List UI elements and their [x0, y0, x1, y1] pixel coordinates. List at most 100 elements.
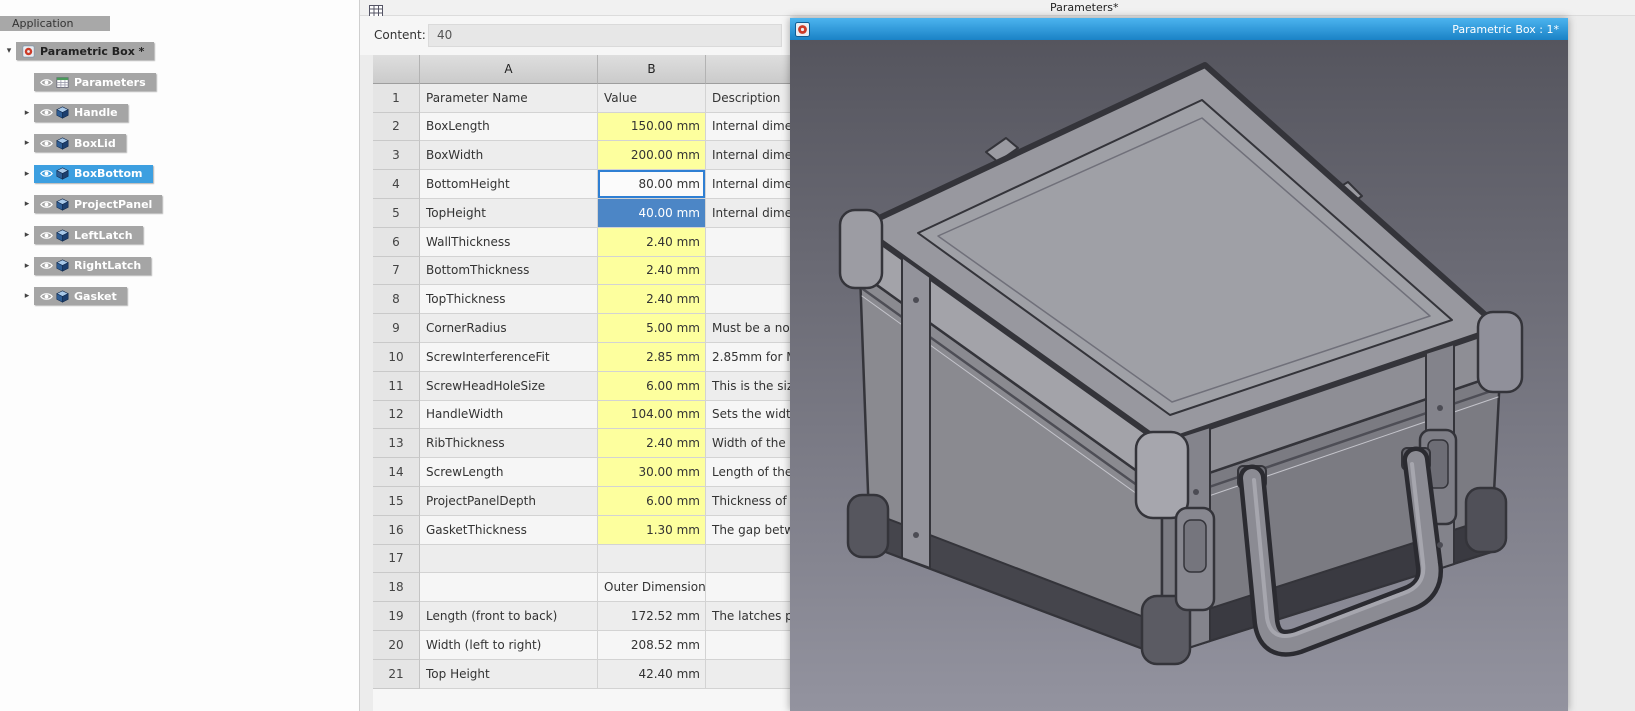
cell-A3[interactable]: BoxWidth — [420, 141, 598, 170]
row-header-3[interactable]: 3 — [373, 141, 420, 170]
row-header-17[interactable]: 17 — [373, 545, 420, 574]
column-header-B[interactable]: B — [598, 55, 706, 84]
row-header-13[interactable]: 13 — [373, 429, 420, 458]
row-header-1[interactable]: 1 — [373, 84, 420, 113]
eye-visibility-icon[interactable] — [40, 167, 53, 180]
cell-content-input[interactable]: 40 — [428, 24, 782, 47]
cell-A16[interactable]: GasketThickness — [420, 516, 598, 545]
cell-B9[interactable]: 5.00 mm — [598, 314, 706, 343]
active-tab-title[interactable]: Parameters* — [1050, 1, 1118, 14]
tree-item-chip[interactable]: LeftLatch — [34, 226, 143, 244]
cell-B2[interactable]: 150.00 mm — [598, 113, 706, 142]
row-header-20[interactable]: 20 — [373, 631, 420, 660]
tree-item-chip[interactable]: Parameters — [34, 73, 156, 91]
cell-A15[interactable]: ProjectPanelDepth — [420, 487, 598, 516]
cell-B8[interactable]: 2.40 mm — [598, 285, 706, 314]
caret-right-icon[interactable]: ▸ — [20, 169, 34, 179]
caret-right-icon[interactable]: ▸ — [20, 199, 34, 209]
tree-item-chip[interactable]: RightLatch — [34, 257, 151, 275]
eye-visibility-icon[interactable] — [40, 76, 53, 89]
cell-A6[interactable]: WallThickness — [420, 228, 598, 257]
tree-item-rightlatch[interactable]: ▸RightLatch — [20, 257, 151, 275]
cell-B7[interactable]: 2.40 mm — [598, 257, 706, 286]
cell-A5[interactable]: TopHeight — [420, 199, 598, 228]
cell-A11[interactable]: ScrewHeadHoleSize — [420, 372, 598, 401]
caret-right-icon[interactable]: ▸ — [20, 291, 34, 301]
cell-B14[interactable]: 30.00 mm — [598, 458, 706, 487]
cell-A4[interactable]: BottomHeight — [420, 170, 598, 199]
cell-B21[interactable]: 42.40 mm — [598, 660, 706, 689]
row-header-7[interactable]: 7 — [373, 257, 420, 286]
row-header-11[interactable]: 11 — [373, 372, 420, 401]
cell-A7[interactable]: BottomThickness — [420, 257, 598, 286]
document-chip[interactable]: Parametric Box * — [16, 42, 154, 60]
cell-B13[interactable]: 2.40 mm — [598, 429, 706, 458]
row-header-21[interactable]: 21 — [373, 660, 420, 689]
row-header-5[interactable]: 5 — [373, 199, 420, 228]
cell-B3[interactable]: 200.00 mm — [598, 141, 706, 170]
cell-B18[interactable]: Outer Dimensions — [598, 573, 706, 602]
tree-root-application[interactable]: Application — [0, 16, 110, 31]
tree-item-projectpanel[interactable]: ▸ProjectPanel — [20, 195, 162, 213]
eye-visibility-icon[interactable] — [40, 198, 53, 211]
row-header-10[interactable]: 10 — [373, 343, 420, 372]
tree-item-chip[interactable]: Gasket — [34, 287, 127, 305]
cell-B5[interactable]: 40.00 mm — [598, 199, 706, 228]
grid-corner-cell[interactable] — [373, 55, 420, 84]
eye-visibility-icon[interactable] — [40, 106, 53, 119]
cell-B19[interactable]: 172.52 mm — [598, 602, 706, 631]
cell-A9[interactable]: CornerRadius — [420, 314, 598, 343]
tree-item-document[interactable]: ▾ Parametric Box * — [2, 42, 154, 60]
cell-A8[interactable]: TopThickness — [420, 285, 598, 314]
eye-visibility-icon[interactable] — [40, 290, 53, 303]
tree-item-leftlatch[interactable]: ▸LeftLatch — [20, 226, 143, 244]
cell-B20[interactable]: 208.52 mm — [598, 631, 706, 660]
row-header-15[interactable]: 15 — [373, 487, 420, 516]
eye-visibility-icon[interactable] — [40, 137, 53, 150]
eye-visibility-icon[interactable] — [40, 259, 53, 272]
cell-B15[interactable]: 6.00 mm — [598, 487, 706, 516]
cell-A2[interactable]: BoxLength — [420, 113, 598, 142]
eye-visibility-icon[interactable] — [40, 229, 53, 242]
cell-A10[interactable]: ScrewInterferenceFit — [420, 343, 598, 372]
row-header-8[interactable]: 8 — [373, 285, 420, 314]
cell-A20[interactable]: Width (left to right) — [420, 631, 598, 660]
3d-viewport[interactable] — [790, 40, 1568, 711]
cell-A13[interactable]: RibThickness — [420, 429, 598, 458]
row-header-2[interactable]: 2 — [373, 113, 420, 142]
cell-A21[interactable]: Top Height — [420, 660, 598, 689]
tree-item-chip[interactable]: ProjectPanel — [34, 195, 162, 213]
caret-right-icon[interactable]: ▸ — [20, 230, 34, 240]
cell-A12[interactable]: HandleWidth — [420, 401, 598, 430]
cell-A18[interactable] — [420, 573, 598, 602]
caret-right-icon[interactable]: ▸ — [20, 108, 34, 118]
tree-item-handle[interactable]: ▸Handle — [20, 104, 128, 122]
cell-B17[interactable] — [598, 545, 706, 574]
row-header-16[interactable]: 16 — [373, 516, 420, 545]
row-header-19[interactable]: 19 — [373, 602, 420, 631]
tree-item-chip[interactable]: Handle — [34, 104, 128, 122]
tree-item-boxlid[interactable]: ▸BoxLid — [20, 134, 126, 152]
cell-A1[interactable]: Parameter Name — [420, 84, 598, 113]
row-header-14[interactable]: 14 — [373, 458, 420, 487]
tree-item-boxbottom[interactable]: ▸BoxBottom — [20, 165, 153, 183]
cell-B6[interactable]: 2.40 mm — [598, 228, 706, 257]
row-header-4[interactable]: 4 — [373, 170, 420, 199]
tree-item-chip[interactable]: BoxBottom — [34, 165, 153, 183]
table-icon[interactable] — [369, 2, 383, 14]
caret-right-icon[interactable]: ▸ — [20, 261, 34, 271]
3d-window-titlebar[interactable]: Parametric Box : 1* — [790, 18, 1568, 40]
row-header-6[interactable]: 6 — [373, 228, 420, 257]
cell-A17[interactable] — [420, 545, 598, 574]
cell-B10[interactable]: 2.85 mm — [598, 343, 706, 372]
tree-item-gasket[interactable]: ▸Gasket — [20, 287, 127, 305]
caret-right-icon[interactable]: ▸ — [20, 138, 34, 148]
row-header-18[interactable]: 18 — [373, 573, 420, 602]
cell-B1[interactable]: Value — [598, 84, 706, 113]
row-header-9[interactable]: 9 — [373, 314, 420, 343]
row-header-12[interactable]: 12 — [373, 401, 420, 430]
cell-A19[interactable]: Length (front to back) — [420, 602, 598, 631]
tree-item-parameters[interactable]: Parameters — [20, 73, 156, 91]
caret-down-icon[interactable]: ▾ — [2, 46, 16, 56]
cell-B11[interactable]: 6.00 mm — [598, 372, 706, 401]
